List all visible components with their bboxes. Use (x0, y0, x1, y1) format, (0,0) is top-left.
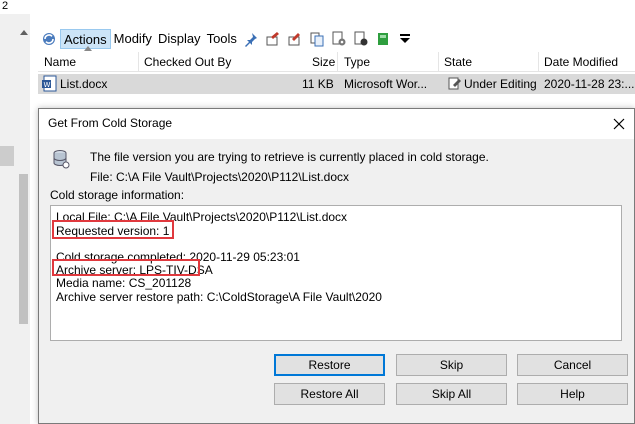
copy-icon[interactable] (306, 28, 328, 50)
svg-text:W: W (44, 81, 51, 89)
column-divider[interactable] (538, 52, 539, 72)
left-pane-selected-item[interactable] (0, 146, 14, 166)
info-line-media-name: Media name: CS_201128 (56, 276, 192, 290)
under-editing-icon (448, 76, 462, 92)
column-header-size[interactable]: Size (312, 54, 335, 70)
column-divider[interactable] (438, 52, 439, 72)
dialog-message: The file version you are trying to retri… (90, 150, 489, 164)
restore-button[interactable]: Restore (274, 354, 385, 376)
refresh-icon[interactable] (38, 28, 60, 50)
cold-storage-dialog: Get From Cold Storage The file version y… (38, 108, 635, 424)
highlight-box-requested-version (52, 220, 174, 239)
row-size: 11 KB (302, 77, 334, 91)
column-divider[interactable] (138, 52, 139, 72)
pin-icon[interactable] (240, 28, 262, 50)
skip-all-button[interactable]: Skip All (396, 383, 507, 405)
close-icon[interactable] (608, 113, 630, 135)
table-row[interactable]: W List.docx 11 KB Microsoft Wor... Under… (38, 74, 635, 94)
column-header-name[interactable]: Name (44, 54, 76, 70)
window-top-strip: 2 (0, 0, 635, 14)
row-name: List.docx (60, 77, 108, 91)
restore-all-button[interactable]: Restore All (274, 383, 385, 405)
dialog-file-path: File: C:\A File Vault\Projects\2020\P112… (90, 170, 350, 184)
menu-caret-up-icon (84, 46, 92, 51)
info-line-restore-path: Archive server restore path: C:\ColdStor… (56, 290, 382, 304)
column-divider[interactable] (337, 52, 338, 72)
highlight-box-archive-server (52, 259, 200, 276)
dropdown-icon[interactable] (394, 28, 416, 50)
archive-icon[interactable] (372, 28, 394, 50)
corner-label: 2 (2, 0, 9, 12)
check-out-icon[interactable] (262, 28, 284, 50)
row-type: Microsoft Wor... (344, 77, 428, 91)
left-pane-scrollbar[interactable] (17, 14, 30, 424)
dialog-title-bar[interactable]: Get From Cold Storage (39, 109, 634, 139)
column-header-date-modified[interactable]: Date Modified (544, 54, 618, 70)
database-icon (52, 149, 70, 172)
row-state: Under Editing (464, 77, 537, 91)
column-header-checked-out-by[interactable]: Checked Out By (144, 54, 231, 70)
column-header-state[interactable]: State (444, 54, 472, 70)
word-document-icon: W (42, 75, 58, 92)
scroll-up-arrow-icon[interactable] (20, 30, 28, 35)
scrollbar-thumb[interactable] (19, 174, 28, 324)
menu-modify[interactable]: Modify (111, 29, 155, 49)
cancel-button[interactable]: Cancel (517, 354, 628, 376)
settings-icon[interactable] (328, 28, 350, 50)
column-header-type[interactable]: Type (344, 54, 370, 70)
menu-tools[interactable]: Tools (204, 29, 240, 49)
help-button[interactable]: Help (517, 383, 628, 405)
undo-check-out-icon[interactable] (284, 28, 306, 50)
dialog-title: Get From Cold Storage (48, 116, 173, 130)
menu-display[interactable]: Display (155, 29, 204, 49)
preview-icon[interactable] (350, 28, 372, 50)
cold-storage-info-box[interactable]: Local File: C:\A File Vault\Projects\202… (50, 205, 622, 341)
toolbar: Actions Modify Display Tools (38, 26, 635, 52)
cold-storage-info-label: Cold storage information: (50, 188, 185, 202)
row-date-modified: 2020-11-28 23:... (544, 77, 635, 91)
skip-button[interactable]: Skip (396, 354, 507, 376)
